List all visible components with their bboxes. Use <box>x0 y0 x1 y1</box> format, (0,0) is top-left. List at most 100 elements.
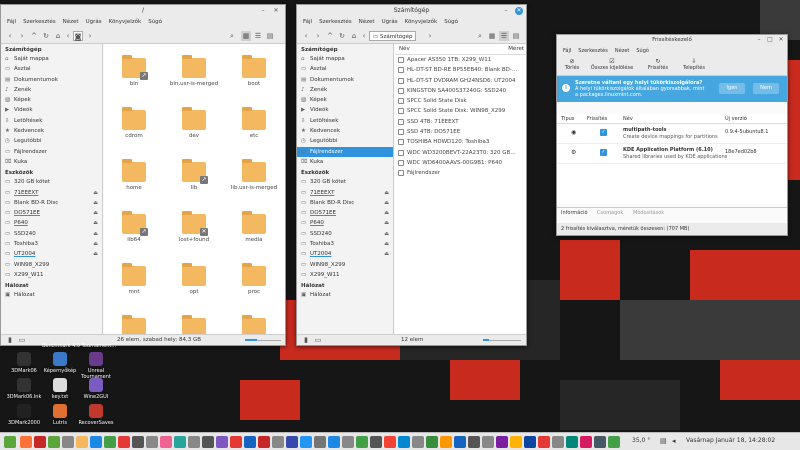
volume-icon[interactable]: ◂ <box>672 437 676 445</box>
sidebar-item-device[interactable]: ▭ X299_W11 <box>297 270 393 280</box>
taskbar-app-icon[interactable] <box>510 436 522 448</box>
menu-view[interactable]: Nézet <box>615 48 629 54</box>
taskbar-app-icon[interactable] <box>272 436 284 448</box>
taskbar-app-icon[interactable] <box>314 436 326 448</box>
zoom-slider[interactable] <box>245 339 281 341</box>
folder-item[interactable]: home <box>109 159 159 191</box>
sidebar-item-device[interactable]: ▭ Blank BD-R Disc ⏏ <box>297 198 393 208</box>
desktop-icon[interactable]: Képernyőkép <box>40 352 80 374</box>
sidebar-item-device[interactable]: ▭ Toshiba3 ⏏ <box>1 239 102 249</box>
taskbar-app-icon[interactable] <box>538 436 550 448</box>
taskbar-app-icon[interactable] <box>118 436 130 448</box>
taskbar-app-icon[interactable] <box>20 436 32 448</box>
sidebar-item-device[interactable]: ▭ 320 GB kötet <box>297 177 393 187</box>
desktop-icon[interactable]: Wine2GUI <box>76 378 116 400</box>
sidebar-item-device[interactable]: ▭ P640 ⏏ <box>297 218 393 228</box>
menu-file[interactable]: Fájl <box>303 19 312 25</box>
sidebar-item[interactable]: ★ Kedvencek <box>297 126 393 136</box>
sidebar-item[interactable]: ▶ Videók <box>297 105 393 115</box>
taskbar-app-icon[interactable] <box>286 436 298 448</box>
sidebar-item[interactable]: ▤ Dokumentumok <box>297 75 393 85</box>
banner-no-button[interactable]: Nem <box>753 83 779 94</box>
taskbar-app-icon[interactable] <box>48 436 60 448</box>
sidebar-item[interactable]: ▭ Fájlrendszer <box>297 146 393 157</box>
sidebar-item[interactable]: ▭ Fájlrendszer <box>1 147 102 157</box>
taskbar-app-icon[interactable] <box>496 436 508 448</box>
folder-item[interactable]: cdrom <box>109 107 159 139</box>
select-all-button[interactable]: ☑ Összes kijelölése <box>587 58 637 71</box>
sidebar-item[interactable]: ♪ Zenék <box>1 85 102 95</box>
eject-icon[interactable]: ⏏ <box>384 229 389 239</box>
home-icon[interactable]: ⌂ <box>53 31 63 41</box>
taskbar-app-icon[interactable] <box>440 436 452 448</box>
tab-changes[interactable]: Módosítások <box>633 208 664 218</box>
minimize-button[interactable]: – <box>259 7 267 15</box>
icon-view-icon[interactable]: ▦ <box>487 31 497 41</box>
taskbar-app-icon[interactable] <box>524 436 536 448</box>
minimize-button[interactable]: – <box>755 36 763 44</box>
folder-item[interactable]: dev <box>169 107 219 139</box>
taskbar-app-icon[interactable] <box>594 436 606 448</box>
list-item[interactable]: SPCC Solid State Disk: WIN98_X299 <box>395 106 526 116</box>
list-item[interactable]: WDC WD3200BEVT-22A23T0: 320 GB... <box>395 148 526 158</box>
desktop-icon[interactable]: key.txt <box>40 378 80 400</box>
update-checkbox[interactable]: ✓ <box>600 149 607 156</box>
update-row[interactable]: ⚙ ✓ KDE Application Platform (6.10) Shared … <box>557 144 787 164</box>
list-item[interactable]: KINGSTON SA400S37240G: SSD240 <box>395 86 526 96</box>
taskbar-app-icon[interactable] <box>356 436 368 448</box>
list-item[interactable]: TOSHIBA HDWD120: Toshiba3 <box>395 137 526 147</box>
list-item[interactable]: Fájlrendszer <box>395 168 526 178</box>
folder-item[interactable]: ↗ bin <box>109 55 159 87</box>
folder-item[interactable]: media <box>229 211 279 243</box>
sidebar-item[interactable]: ⌂ Saját mappa <box>1 54 102 64</box>
close-button[interactable]: ✕ <box>272 7 280 15</box>
clear-button[interactable]: ⊘ Törlés <box>561 58 583 71</box>
menu-go[interactable]: Ugrás <box>382 19 398 25</box>
sidebar-item[interactable]: ▧ Képek <box>1 95 102 105</box>
sidebar-item-device[interactable]: ▭ SSD240 ⏏ <box>297 229 393 239</box>
taskbar-app-icon[interactable] <box>146 436 158 448</box>
list-item[interactable]: SPCC Solid State Disk <box>395 96 526 106</box>
taskbar-app-icon[interactable] <box>62 436 74 448</box>
location-left-icon[interactable]: ‹ <box>63 31 73 41</box>
close-button[interactable]: ✕ <box>777 36 785 44</box>
location-left-icon[interactable]: ‹ <box>359 31 369 41</box>
taskbar-app-icon[interactable] <box>342 436 354 448</box>
sidebar-item[interactable]: ⌂ Saját mappa <box>297 54 393 64</box>
sidebar-item-device[interactable]: ▭ UT2004 ⏏ <box>1 249 102 259</box>
sidebar-item-device[interactable]: ▭ UT2004 ⏏ <box>297 249 393 259</box>
up-icon[interactable]: ^ <box>325 31 335 41</box>
sidebar-toggle-icon[interactable]: ▮ <box>301 335 311 345</box>
up-icon[interactable]: ^ <box>29 31 39 41</box>
folder-item[interactable]: ↗ lib64 <box>109 211 159 243</box>
compact-view-icon[interactable]: ▤ <box>265 31 275 41</box>
taskbar-app-icon[interactable] <box>34 436 46 448</box>
taskbar-app-icon[interactable] <box>580 436 592 448</box>
column-name[interactable]: Név <box>399 44 410 55</box>
sidebar-item[interactable]: ▭ Asztal <box>1 64 102 74</box>
sidebar-item[interactable]: ▧ Képek <box>297 95 393 105</box>
menu-file[interactable]: Fájl <box>7 19 16 25</box>
list-item[interactable]: HL-DT-ST DVDRAM GH24NSD6: UT2004 <box>395 76 526 86</box>
sidebar-item-device[interactable]: ▭ X299_W11 <box>1 270 102 280</box>
folder-item[interactable]: mnt <box>109 263 159 295</box>
sidebar-item[interactable]: ⌧ Kuka <box>297 157 393 167</box>
taskbar-app-icon[interactable] <box>174 436 186 448</box>
sidebar-item-device[interactable]: ▭ WIN98_X299 <box>297 260 393 270</box>
tab-packages[interactable]: Csomagok <box>597 208 623 218</box>
drive-icon[interactable]: ◙ <box>73 31 83 41</box>
menu-edit[interactable]: Szerkesztés <box>319 19 352 25</box>
menu-icon[interactable] <box>4 436 16 448</box>
taskbar-app-icon[interactable] <box>328 436 340 448</box>
network-icon[interactable]: ▤ <box>660 437 667 445</box>
sidebar-item-device[interactable]: ▭ 71EEEXT ⏏ <box>1 188 102 198</box>
taskbar-app-icon[interactable] <box>552 436 564 448</box>
taskbar-app-icon[interactable] <box>216 436 228 448</box>
eject-icon[interactable]: ⏏ <box>384 249 389 259</box>
reload-icon[interactable]: ↻ <box>337 31 347 41</box>
menu-view[interactable]: Nézet <box>63 19 79 25</box>
taskbar-app-icon[interactable] <box>398 436 410 448</box>
taskbar-app-icon[interactable] <box>90 436 102 448</box>
folder-item[interactable] <box>229 315 279 335</box>
desktop-icon[interactable]: 3DMark06 <box>4 352 44 374</box>
